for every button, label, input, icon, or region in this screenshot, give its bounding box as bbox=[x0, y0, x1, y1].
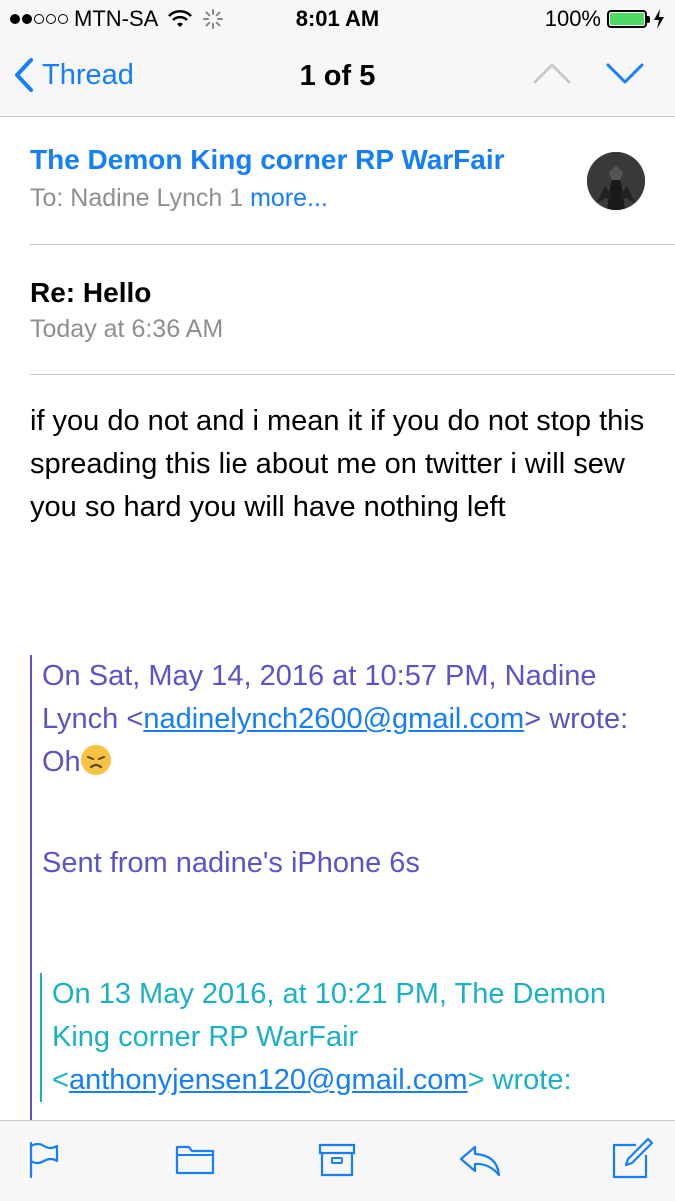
flag-icon[interactable] bbox=[28, 1141, 60, 1179]
top-bar: MTN-SA 8:01 AM 100% Thread 1 of 5 bbox=[0, 0, 675, 117]
more-recipients-link[interactable]: more... bbox=[250, 184, 328, 212]
message-subject: Re: Hello bbox=[30, 277, 152, 308]
message-date: Today at 6:36 AM bbox=[30, 315, 224, 343]
recipients-text: To: Nadine Lynch 1 bbox=[30, 184, 244, 212]
battery-icon bbox=[607, 10, 650, 28]
quote1-email-link[interactable]: nadinelynch2600@gmail.com bbox=[143, 703, 524, 735]
status-right: 100% bbox=[545, 6, 665, 32]
disappointed-face-emoji-icon bbox=[80, 745, 111, 775]
previous-message-chevron-up-icon[interactable] bbox=[533, 62, 571, 84]
status-bar: MTN-SA 8:01 AM 100% bbox=[0, 0, 675, 38]
message-position-title: 1 of 5 bbox=[299, 60, 376, 92]
reply-icon[interactable] bbox=[457, 1143, 503, 1177]
bottom-toolbar bbox=[0, 1120, 675, 1201]
quote2-email-line: <anthonyjensen120@gmail.com> wrote: bbox=[52, 1064, 572, 1096]
quote2-attribution: On 13 May 2016, at 10:21 PM, The Demon K… bbox=[52, 978, 607, 1053]
quote1-line1: Oh bbox=[42, 741, 670, 784]
quote2-email-link[interactable]: anthonyjensen120@gmail.com bbox=[69, 1064, 468, 1096]
recipients-line: To: Nadine Lynch 1 more... bbox=[30, 184, 328, 213]
charging-bolt-icon bbox=[654, 9, 664, 29]
quote1-signature: Sent from nadine's iPhone 6s bbox=[42, 847, 420, 879]
quote1-attribution: On Sat, May 14, 2016 at 10:57 PM, Nadine… bbox=[42, 660, 629, 735]
message-body: if you do not and i mean it if you do no… bbox=[30, 405, 645, 523]
compose-icon[interactable] bbox=[610, 1137, 654, 1181]
header-divider bbox=[30, 244, 675, 245]
next-message-chevron-down-icon[interactable] bbox=[606, 62, 644, 84]
quoted-message-level-2: On 13 May 2016, at 10:21 PM, The Demon K… bbox=[40, 973, 672, 1102]
sender-name[interactable]: The Demon King corner RP WarFair bbox=[30, 144, 505, 176]
subject-divider bbox=[30, 374, 675, 375]
archive-box-icon[interactable] bbox=[318, 1143, 356, 1177]
avatar[interactable] bbox=[587, 152, 645, 210]
folder-icon[interactable] bbox=[175, 1143, 215, 1175]
navigation-bar: Thread 1 of 5 bbox=[0, 40, 675, 116]
battery-percent: 100% bbox=[544, 6, 601, 31]
